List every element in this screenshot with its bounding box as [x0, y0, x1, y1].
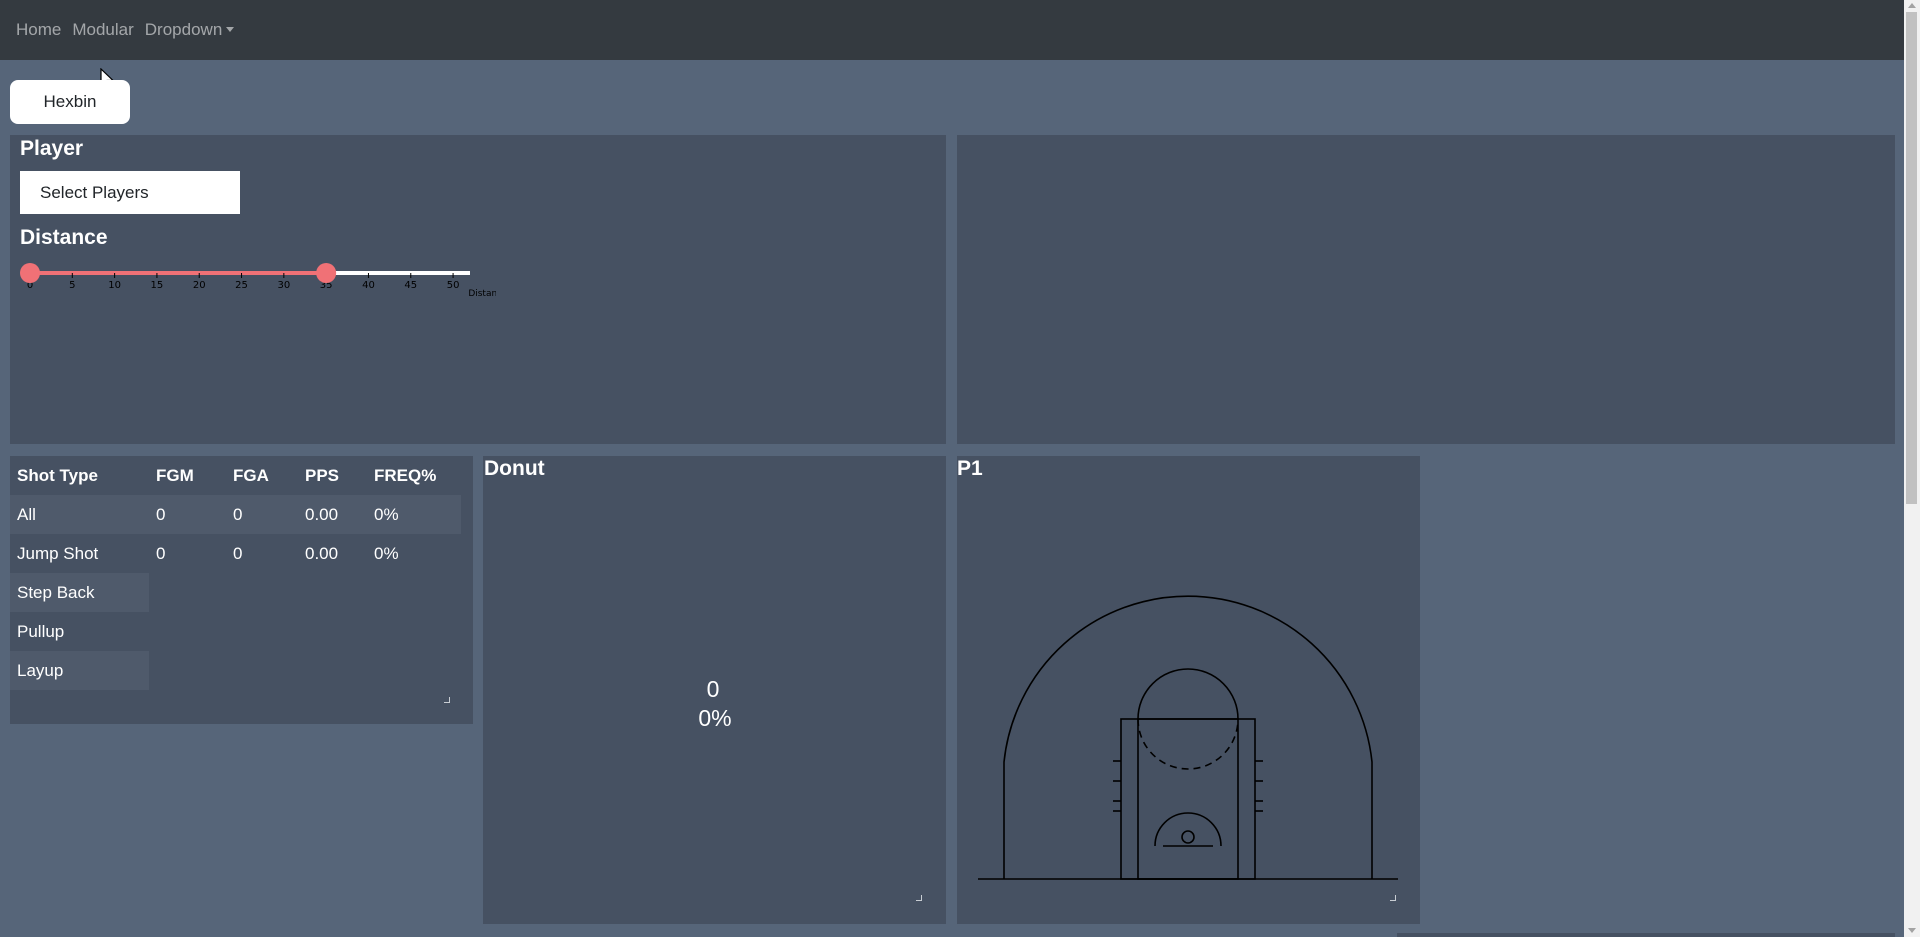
row-pullup-type: Pullup: [17, 621, 65, 641]
rim: [1181, 830, 1195, 844]
row-jump-shot-fga: 0: [233, 543, 243, 563]
row-jump-shot-fgm: 0: [156, 543, 166, 563]
nav-home-link[interactable]: Home: [16, 20, 61, 40]
table-row[interactable]: All 0 0 0.00 0%: [10, 495, 461, 534]
distance-slider[interactable]: 05101520253035404550Distance: [16, 258, 496, 304]
row-all-type: All: [10, 495, 149, 534]
slider-tick-label: 25: [235, 280, 248, 291]
table-row[interactable]: Layup: [10, 651, 461, 690]
chart-panel-right: [957, 135, 1895, 444]
row-jump-shot-type: Jump Shot: [17, 543, 99, 563]
slider-tick-label: 50: [447, 280, 460, 291]
header-fgm: FGM: [156, 465, 194, 485]
slider-tick-label: 5: [69, 280, 75, 291]
header-fga: FGA: [233, 465, 269, 485]
row-jump-shot-freq: 0%: [374, 543, 399, 563]
slider-tick-label: 45: [404, 280, 417, 291]
table-row[interactable]: Jump Shot 0 0 0.00 0%: [10, 534, 461, 573]
row-all-pps: 0.00: [298, 495, 367, 534]
donut-title: Donut: [484, 457, 545, 480]
slider-axis-label: Distance: [468, 289, 496, 299]
slider-tick-label: 30: [277, 280, 290, 291]
restricted-area: [1154, 812, 1222, 847]
table-row[interactable]: Pullup: [10, 612, 461, 651]
navbar: Home Modular Dropdown: [0, 0, 1904, 60]
slider-tick-label: 40: [362, 280, 375, 291]
basketball-court: [978, 595, 1398, 880]
table-row[interactable]: Step Back: [10, 573, 461, 612]
paint-inner: [1137, 718, 1239, 880]
scroll-down-icon[interactable]: [1908, 928, 1916, 933]
table-resize-handle[interactable]: [444, 697, 450, 703]
three-point-line: [1003, 595, 1373, 879]
nav-dropdown-toggle[interactable]: Dropdown: [145, 20, 235, 40]
player-title: Player: [20, 137, 84, 160]
row-step-back-type: Step Back: [10, 573, 149, 612]
panel-edge-bottom: [1397, 933, 1895, 937]
header-pps: PPS: [305, 465, 340, 485]
donut-resize-handle[interactable]: [916, 895, 922, 901]
free-throw-circle-bottom: [1137, 718, 1239, 770]
slider-tick-label: 15: [151, 280, 164, 291]
row-all-fgm: 0: [149, 495, 226, 534]
row-all-freq: 0%: [367, 495, 461, 534]
slider-tick-label: 20: [193, 280, 206, 291]
hexbin-button[interactable]: Hexbin: [10, 80, 130, 124]
header-shot-type: Shot Type: [17, 465, 98, 485]
row-all-fga: 0: [226, 495, 298, 534]
row-layup-type: Layup: [10, 651, 149, 690]
scroll-up-icon[interactable]: [1908, 3, 1916, 8]
player-select[interactable]: Select Players: [20, 171, 240, 214]
donut-center-value: 0: [706, 676, 720, 702]
header-freq: FREQ%: [374, 465, 437, 485]
slider-tick-label: 10: [108, 280, 121, 291]
distance-title: Distance: [20, 226, 108, 249]
shot-type-table: Shot Type FGM FGA PPS FREQ% All 0 0 0.00…: [10, 456, 461, 690]
court-resize-handle[interactable]: [1390, 895, 1396, 901]
slider-handle-max[interactable]: [316, 263, 337, 283]
scrollbar-thumb[interactable]: [1906, 12, 1917, 504]
table-header-row: Shot Type FGM FGA PPS FREQ%: [10, 456, 461, 495]
chevron-down-icon: [226, 27, 235, 32]
nav-modular-link[interactable]: Modular: [72, 20, 133, 40]
nav-dropdown-label: Dropdown: [144, 20, 223, 39]
slider-handle-min[interactable]: [20, 263, 40, 283]
paint-outer: [1120, 718, 1256, 880]
free-throw-circle-top: [1137, 668, 1239, 720]
donut-center-percent: 0%: [698, 705, 732, 731]
row-jump-shot-pps: 0.00: [305, 543, 339, 563]
